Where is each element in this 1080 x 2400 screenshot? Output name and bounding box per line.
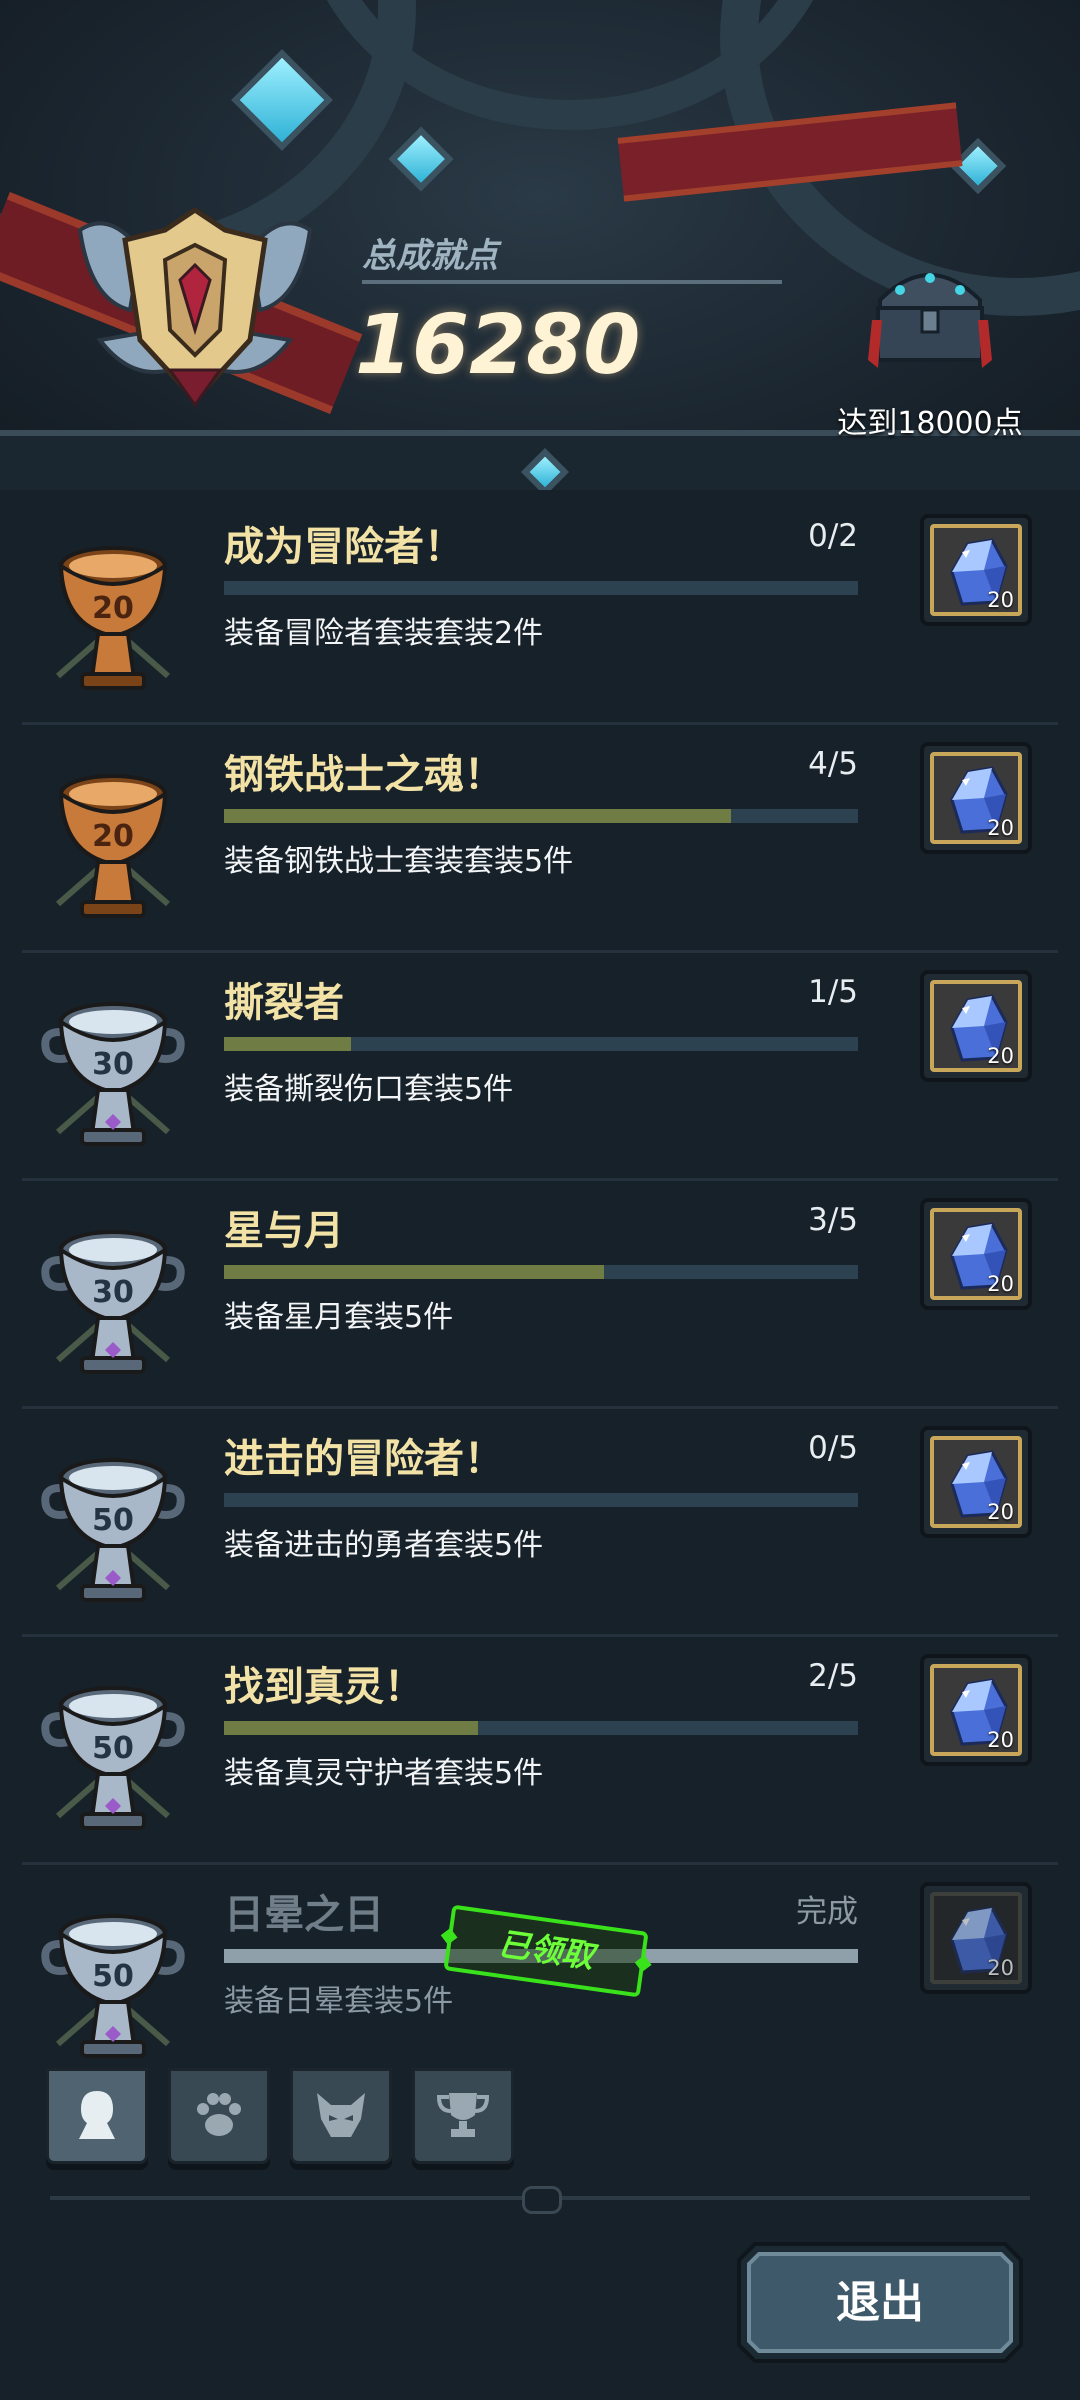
achievement-title: 成为冒险者！ (224, 524, 464, 570)
achievement-description: 装备冒险者套装套装2件 (224, 616, 544, 651)
header-panel: 总成就点 16280 达到18000点 (0, 0, 1080, 490)
reward-amount: 20 (987, 1044, 1014, 1068)
total-score-label: 总成就点 (362, 236, 498, 276)
paw-icon (197, 2093, 241, 2136)
reward-amount: 20 (987, 1956, 1014, 1980)
trophy-points-label: 50 (92, 1731, 134, 1766)
achievement-progress-bar (224, 809, 858, 823)
reward-chest-icon[interactable] (860, 250, 1000, 370)
trophy-points-label: 50 (92, 1503, 134, 1538)
achievement-list[interactable]: 20 成为冒险者！ 0/2 装备冒险者套装套装2件 20 20 钢铁战士之魂！ … (0, 490, 1080, 2070)
trophy-points-label: 30 (92, 1275, 134, 1310)
reward-amount: 20 (987, 1272, 1014, 1296)
silver-trophy-icon: 30 (41, 1230, 185, 1374)
reward-frame: 20 (930, 1664, 1022, 1756)
achievement-description: 装备撕裂伤口套装5件 (224, 1072, 514, 1107)
silver-trophy-icon: 30 (41, 1002, 185, 1146)
reward-amount: 20 (987, 588, 1014, 612)
reward-slot[interactable]: 20 (920, 1198, 1032, 1310)
achievement-progress-bar (224, 1721, 858, 1735)
achievement-progress-count: 2/5 (808, 1658, 858, 1694)
reward-slot[interactable]: 20 (920, 970, 1032, 1082)
achievement-title: 进击的冒险者！ (224, 1436, 504, 1482)
reward-slot[interactable]: 20 (920, 742, 1032, 854)
reward-frame: 20 (930, 1892, 1022, 1984)
rank-emblem-icon (77, 206, 313, 408)
silver-trophy-icon: 50 (41, 1458, 185, 1602)
achievement-row[interactable]: 50 日晕之日 完成 装备日晕套装5件 20 已领取 (22, 1864, 1058, 2070)
bronze-trophy-icon: 20 (56, 774, 170, 918)
trophy-points-label: 20 (92, 591, 134, 626)
trophy-points-label: 50 (92, 1959, 134, 1994)
reward-frame: 20 (930, 980, 1022, 1072)
score-underline (362, 280, 782, 284)
divider-ornament (522, 2186, 562, 2214)
achievement-description: 装备星月套装5件 (224, 1300, 454, 1335)
total-score-value: 16280 (355, 298, 641, 393)
reward-amount: 20 (987, 1500, 1014, 1524)
reward-slot[interactable]: 20 (920, 514, 1032, 626)
achievement-row[interactable]: 30 撕裂者 1/5 装备撕裂伤口套装5件 20 (22, 952, 1058, 1181)
achievement-title: 钢铁战士之魂！ (224, 752, 504, 798)
decorative-gem-icon (388, 126, 454, 192)
achievement-row[interactable]: 50 找到真灵！ 2/5 装备真灵守护者套装5件 20 (22, 1636, 1058, 1865)
achievement-title: 撕裂者 (224, 980, 344, 1026)
achievement-progress-fill (224, 1721, 478, 1735)
achievement-description: 装备日晕套装5件 (224, 1984, 454, 2019)
achievement-row[interactable]: 30 星与月 3/5 装备星月套装5件 20 (22, 1180, 1058, 1409)
silver-trophy-icon: 50 (41, 1686, 185, 1830)
tab-monsters[interactable] (290, 2068, 392, 2164)
achievement-progress-fill (224, 1265, 605, 1279)
trophy-points-label: 30 (92, 1047, 134, 1082)
exit-button[interactable]: 退出 (735, 2240, 1025, 2365)
achievement-progress-bar (224, 1265, 858, 1279)
achievement-progress-bar (224, 581, 858, 595)
achievement-progress-count: 完成 (796, 1894, 858, 1930)
tab-trophies[interactable] (412, 2068, 514, 2164)
achievement-row[interactable]: 20 成为冒险者！ 0/2 装备冒险者套装套装2件 20 (22, 496, 1058, 725)
achievement-progress-bar (224, 1037, 858, 1051)
achievement-progress-fill (224, 809, 732, 823)
character-silhouette-icon (79, 2091, 115, 2139)
achievement-progress-count: 4/5 (808, 746, 858, 782)
reward-slot[interactable]: 20 (920, 1426, 1032, 1538)
achievement-row[interactable]: 50 进击的冒险者！ 0/5 装备进击的勇者套装5件 20 (22, 1408, 1058, 1637)
reward-frame: 20 (930, 1208, 1022, 1300)
achievement-description: 装备进击的勇者套装5件 (224, 1528, 544, 1563)
reward-slot[interactable]: 20 (920, 1654, 1032, 1766)
reward-slot[interactable]: 20 (920, 1882, 1032, 1994)
achievement-progress-fill (224, 1037, 351, 1051)
demon-mask-icon (317, 2093, 365, 2137)
reward-frame: 20 (930, 1436, 1022, 1528)
tab-character[interactable] (46, 2068, 148, 2164)
reward-amount: 20 (987, 1728, 1014, 1752)
achievement-title: 星与月 (224, 1208, 344, 1254)
achievement-row[interactable]: 20 钢铁战士之魂！ 4/5 装备钢铁战士套装套装5件 20 (22, 724, 1058, 953)
claimed-stamp: 已领取 (443, 1904, 649, 1998)
achievement-title: 日晕之日 (224, 1892, 384, 1938)
achievement-progress-count: 0/5 (808, 1430, 858, 1466)
reward-frame: 20 (930, 752, 1022, 844)
exit-button-label: 退出 (836, 2277, 924, 2328)
achievement-description: 装备钢铁战士套装套装5件 (224, 844, 574, 879)
reward-amount: 20 (987, 816, 1014, 840)
reward-frame: 20 (930, 524, 1022, 616)
bronze-trophy-icon: 20 (56, 546, 170, 690)
achievement-title: 找到真灵！ (224, 1664, 424, 1710)
achievement-progress-bar (224, 1493, 858, 1507)
trophy-points-label: 20 (92, 819, 134, 854)
trophy-icon (436, 2093, 490, 2137)
chest-reward-text: 达到18000点 (837, 406, 1023, 441)
achievement-progress-count: 0/2 (808, 518, 858, 554)
achievement-progress-count: 3/5 (808, 1202, 858, 1238)
achievement-progress-count: 1/5 (808, 974, 858, 1010)
tab-pets[interactable] (168, 2068, 270, 2164)
achievement-description: 装备真灵守护者套装5件 (224, 1756, 544, 1791)
silver-trophy-icon: 50 (41, 1914, 185, 2058)
